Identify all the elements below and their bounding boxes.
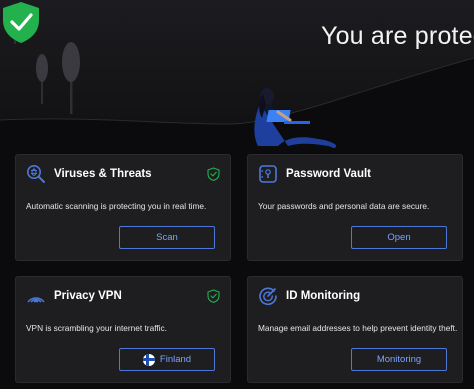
- card-description: VPN is scrambling your internet traffic.: [26, 323, 167, 333]
- monitoring-button-label: Monitoring: [376, 354, 422, 365]
- monitoring-button[interactable]: Monitoring: [351, 348, 447, 371]
- card-privacy-vpn: Privacy VPN VPN is scrambling your inter…: [15, 276, 231, 383]
- vpn-location-button[interactable]: Finland: [119, 348, 215, 371]
- card-description: Automatic scanning is protecting you in …: [26, 201, 207, 211]
- shield-check-icon: [3, 2, 39, 43]
- virus-scan-icon: [27, 165, 45, 183]
- card-title: Password Vault: [286, 168, 372, 180]
- finland-flag-icon: [142, 353, 155, 366]
- scan-button-label: Scan: [156, 232, 178, 243]
- id-monitoring-icon: [259, 287, 277, 306]
- page-title: You are protected: [321, 22, 474, 50]
- card-id-monitoring: ID Monitoring Manage email addresses to …: [247, 276, 463, 383]
- vpn-location-label: Finland: [159, 354, 192, 365]
- card-password-vault: Password Vault Your passwords and person…: [247, 154, 463, 261]
- card-title: Privacy VPN: [54, 290, 122, 302]
- card-viruses-threats: Viruses & Threats Automatic scanning is …: [15, 154, 231, 261]
- open-button[interactable]: Open: [351, 226, 447, 249]
- card-title: Viruses & Threats: [54, 168, 152, 180]
- card-description: Manage email addresses to help prevent i…: [258, 323, 458, 333]
- vault-icon: [259, 165, 277, 183]
- card-description: Your passwords and personal data are sec…: [258, 201, 430, 211]
- shield-check-icon: [207, 289, 220, 303]
- hero-banner: You are protected: [0, 0, 474, 160]
- card-title: ID Monitoring: [286, 290, 361, 302]
- scan-button[interactable]: Scan: [119, 226, 215, 249]
- vpn-signal-icon: [27, 297, 45, 303]
- shield-check-icon: [207, 167, 220, 181]
- open-button-label: Open: [387, 232, 411, 243]
